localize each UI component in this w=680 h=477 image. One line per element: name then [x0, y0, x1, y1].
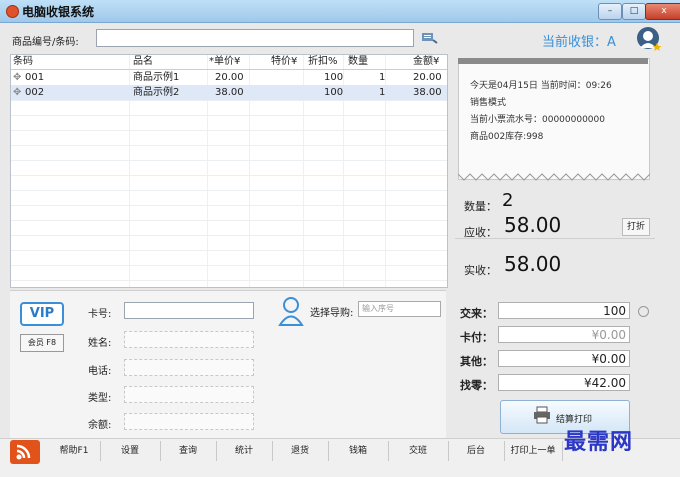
- summary-divider: [455, 238, 655, 239]
- search-label: 商品编号/条码:: [12, 37, 79, 48]
- cell-amount: 20.00: [413, 72, 442, 83]
- receipt-mode: 销售模式: [470, 98, 507, 108]
- card-pay-label: 卡付：: [460, 331, 493, 344]
- change-value: ¥42.00: [498, 374, 630, 391]
- card-number-input[interactable]: [124, 302, 254, 319]
- card-pay-input[interactable]: ¥0.00: [498, 326, 630, 343]
- name-label: 姓名:: [88, 338, 112, 349]
- col-header-qty[interactable]: 数量: [348, 55, 368, 69]
- phone-field: [124, 359, 254, 376]
- cell-qty: 1: [379, 72, 386, 83]
- title-bar: [0, 0, 680, 23]
- receipt-torn-edge: [458, 173, 650, 181]
- tender-label: 交来：: [460, 307, 493, 320]
- vip-badge[interactable]: VIP: [20, 302, 64, 326]
- reprint-last-button[interactable]: 打印上一单: [504, 441, 563, 461]
- col-header-amount[interactable]: 金额¥: [413, 55, 439, 69]
- other-pay-label: 其他：: [460, 355, 493, 368]
- type-label: 类型:: [88, 393, 112, 404]
- cell-barcode: 001: [25, 72, 45, 83]
- amount-paid-label: 实收：: [464, 264, 497, 277]
- table-row-selected[interactable]: ✥ 002 商品示例2 38.00 100 1 38.00: [11, 85, 447, 100]
- col-header-price[interactable]: *单价¥: [209, 55, 240, 69]
- watermark-logo: 最需网: [564, 429, 634, 455]
- salesperson-icon: [278, 297, 304, 326]
- balance-field: [124, 413, 254, 430]
- printer-icon: [534, 406, 550, 424]
- query-button[interactable]: 查询: [160, 441, 217, 461]
- receipt-top-bar: [458, 58, 648, 64]
- quantity-value: 2: [502, 190, 514, 211]
- statistics-button[interactable]: 统计: [216, 441, 273, 461]
- shift-change-button[interactable]: 交班: [388, 441, 449, 461]
- discount-button[interactable]: 打折: [622, 218, 650, 236]
- table-row[interactable]: ✥ 001 商品示例1 20.00 100 1 20.00: [11, 70, 447, 85]
- backend-button[interactable]: 后台: [448, 441, 505, 461]
- cell-amount: 38.00: [413, 87, 442, 98]
- settings-button[interactable]: 设置: [100, 441, 161, 461]
- minimize-button[interactable]: –: [598, 3, 622, 20]
- member-button[interactable]: 会员 F8: [20, 334, 64, 352]
- cell-name: 商品示例1: [133, 72, 180, 83]
- cell-qty: 1: [379, 87, 386, 98]
- col-header-name[interactable]: 品名: [133, 55, 153, 69]
- salesperson-input[interactable]: 输入序号: [358, 301, 441, 317]
- rss-icon[interactable]: [10, 440, 40, 464]
- amount-paid-value: 58.00: [504, 252, 562, 276]
- col-header-barcode[interactable]: 条码: [13, 55, 33, 69]
- tender-input[interactable]: 100: [498, 302, 630, 319]
- card-label: 卡号:: [88, 309, 112, 320]
- salesperson-label: 选择导购:: [310, 308, 354, 319]
- cell-barcode: 002: [25, 87, 45, 98]
- cell-discount: 100: [324, 87, 344, 98]
- amount-due-value: 58.00: [504, 213, 562, 237]
- change-label: 找零：: [460, 379, 493, 392]
- receipt-date-time: 今天是04月15日 当前时间：09:26: [470, 81, 612, 91]
- cash-drawer-button[interactable]: 钱箱: [328, 441, 389, 461]
- current-cashier-label: 当前收银：A: [542, 35, 616, 50]
- col-header-discount[interactable]: 折扣%: [308, 55, 338, 69]
- receipt-serial: 当前小票流水号：00000000000: [470, 115, 605, 125]
- col-header-special-price[interactable]: 特价¥: [271, 55, 297, 69]
- product-table: 条码 品名 *单价¥ 特价¥ 折扣% 数量 金额¥ ✥ 001 商品示例1 20…: [10, 54, 448, 288]
- help-button[interactable]: 帮助F1: [48, 441, 101, 461]
- cell-price: 38.00: [215, 87, 244, 98]
- cell-discount: 100: [324, 72, 344, 83]
- receipt-stock: 商品002库存:998: [470, 132, 544, 142]
- return-button[interactable]: 退货: [272, 441, 329, 461]
- window-title: 电脑收银系统: [22, 5, 95, 19]
- cell-price: 20.00: [215, 72, 244, 83]
- balance-label: 余额:: [88, 420, 112, 431]
- tender-option-icon[interactable]: [638, 306, 649, 317]
- user-avatar-icon: [637, 27, 662, 51]
- maximize-button[interactable]: □: [622, 3, 646, 20]
- barcode-input[interactable]: [96, 29, 414, 47]
- other-pay-input[interactable]: ¥0.00: [498, 350, 630, 367]
- quantity-label: 数量：: [464, 200, 497, 213]
- search-icon[interactable]: [420, 30, 440, 46]
- app-icon: [6, 5, 19, 18]
- name-field: [124, 331, 254, 348]
- type-field: [124, 386, 254, 403]
- phone-label: 电话:: [88, 366, 112, 377]
- cell-name: 商品示例2: [133, 87, 180, 98]
- close-button[interactable]: x: [645, 3, 680, 20]
